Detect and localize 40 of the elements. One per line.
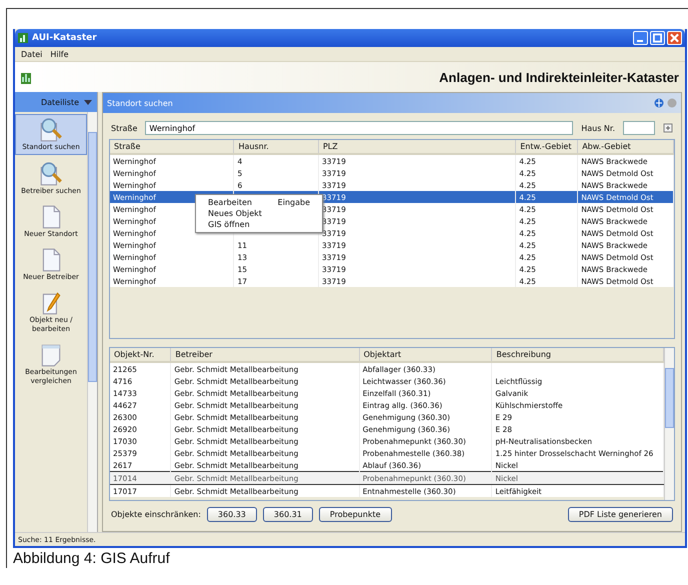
dropdown-arrow-icon bbox=[84, 100, 92, 104]
app-heading: Anlagen- und Indirekteinleiter-Kataster bbox=[439, 70, 679, 84]
column-header[interactable]: Hausnr. bbox=[234, 140, 318, 154]
close-icon bbox=[668, 32, 681, 44]
figure-caption: Abbildung 4: GIS Aufruf bbox=[13, 549, 171, 567]
menu-item[interactable]: Datei bbox=[21, 50, 42, 58]
logo-icon bbox=[21, 70, 31, 84]
house-number-field[interactable] bbox=[623, 121, 655, 135]
minimize-button[interactable] bbox=[633, 31, 648, 45]
column-header[interactable]: Beschreibung bbox=[492, 348, 664, 362]
column-header[interactable]: Straße bbox=[110, 140, 234, 154]
column-header[interactable]: Betreiber bbox=[170, 348, 360, 362]
column-header[interactable]: Entw.-Gebiet bbox=[516, 140, 578, 154]
pdf-button[interactable]: PDF Liste generieren bbox=[568, 507, 673, 522]
maximize-button[interactable] bbox=[650, 31, 665, 45]
street-label: Straße bbox=[111, 124, 138, 132]
status-dot-icon bbox=[667, 98, 677, 108]
scrollbar[interactable] bbox=[87, 112, 97, 532]
street-field[interactable]: Werninghof bbox=[145, 121, 574, 135]
window-title: AUI-Kataster bbox=[32, 33, 97, 43]
search-icon bbox=[38, 117, 64, 143]
filter-label: Objekte einschränken: bbox=[111, 510, 201, 519]
menu-item[interactable]: Hilfe bbox=[50, 50, 69, 58]
column-header[interactable]: Objekt-Nr. bbox=[110, 348, 171, 362]
search-icon bbox=[38, 161, 64, 187]
app-icon bbox=[18, 33, 28, 43]
filter-button[interactable]: Probepunkte bbox=[318, 507, 392, 522]
sidebar-header[interactable]: Dateiliste bbox=[15, 92, 97, 112]
scrollbar[interactable] bbox=[664, 348, 674, 500]
close-button[interactable] bbox=[667, 31, 682, 45]
minimize-icon bbox=[637, 40, 643, 42]
maximize-icon bbox=[651, 32, 664, 44]
context-menu-item[interactable]: GIS öffnen bbox=[196, 219, 322, 230]
filter-button[interactable]: 360.33 bbox=[206, 507, 257, 522]
column-header[interactable]: PLZ bbox=[318, 140, 516, 154]
house-number-label: Haus Nr. bbox=[581, 124, 615, 132]
panel-title: Standort suchen bbox=[107, 98, 173, 108]
column-header[interactable]: Abw.-Gebiet bbox=[578, 140, 674, 154]
filter-button[interactable]: 360.31 bbox=[262, 507, 313, 522]
column-header[interactable]: Objektart bbox=[359, 348, 492, 362]
